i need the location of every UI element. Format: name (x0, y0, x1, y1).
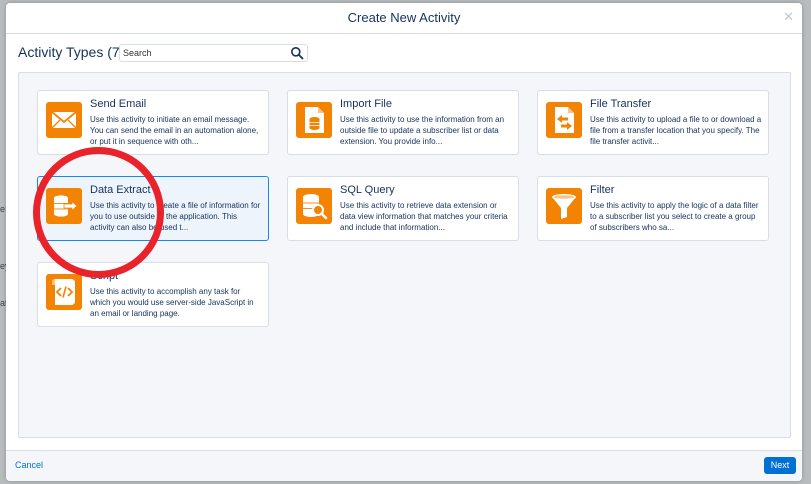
envelope-icon (46, 102, 82, 138)
script-icon (46, 274, 82, 310)
activity-description: Use this activity to upload a file to or… (590, 115, 762, 146)
activity-card-filter[interactable]: Filter Use this activity to apply the lo… (537, 176, 769, 241)
activity-title: Send Email (90, 98, 147, 110)
file-transfer-icon (546, 102, 582, 138)
activity-title: Filter (590, 184, 615, 196)
search-icon[interactable] (290, 46, 304, 60)
search-field[interactable] (119, 44, 308, 62)
activity-card-file-transfer[interactable]: File Transfer Use this activity to uploa… (537, 90, 769, 155)
activity-description: Use this activity to use the information… (340, 115, 505, 146)
background-text-fragment: e (0, 204, 6, 214)
import-file-icon (296, 102, 332, 138)
activity-grid: Send Email Use this activity to initiate… (18, 72, 791, 438)
search-input[interactable] (123, 46, 288, 60)
activity-title: File Transfer (590, 98, 652, 110)
activity-card-import-file[interactable]: Import File Use this activity to use the… (287, 90, 519, 155)
modal-title: Create New Activity (347, 10, 461, 25)
activity-types-heading: Activity Types (7) (18, 44, 125, 60)
activity-card-data-extract[interactable]: Data Extract Use this activity to create… (37, 176, 269, 241)
activity-description: Use this activity to create a file of in… (90, 201, 261, 232)
funnel-icon (546, 188, 582, 224)
sql-query-icon (296, 188, 332, 224)
activity-card-send-email[interactable]: Send Email Use this activity to initiate… (37, 90, 269, 155)
next-button[interactable]: Next (764, 457, 796, 474)
activity-card-sql-query[interactable]: SQL Query Use this activity to retrieve … (287, 176, 519, 241)
activity-description: Use this activity to initiate an email m… (90, 115, 259, 146)
cancel-button[interactable]: Cancel (15, 460, 43, 470)
activity-title: SQL Query (340, 184, 395, 196)
close-icon[interactable]: ✕ (783, 10, 794, 23)
data-extract-icon (46, 188, 82, 224)
activity-card-script[interactable]: Script Use this activity to accomplish a… (37, 262, 269, 327)
create-activity-modal: Create New Activity ✕ Activity Types (7)… (6, 3, 802, 481)
activity-description: Use this activity to retrieve data exten… (340, 201, 508, 232)
activity-title: Import File (340, 98, 392, 110)
activity-description: Use this activity to accomplish any task… (90, 287, 254, 318)
modal-header: Create New Activity ✕ (6, 3, 802, 34)
activity-title: Data Extract (90, 184, 151, 196)
modal-footer: Cancel Next (6, 450, 802, 481)
activity-title: Script (90, 270, 119, 282)
activity-description: Use this activity to apply the logic of … (590, 201, 759, 232)
